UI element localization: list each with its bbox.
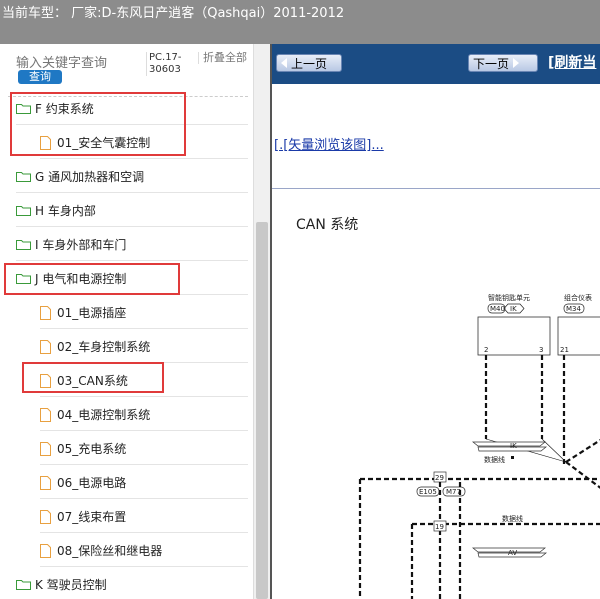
right-panel: 上一页 下一页 [刷新当 [.[矢量浏览该图]... CAN 系统 智能钥匙单元… — [270, 44, 600, 599]
file-icon — [40, 509, 51, 524]
tree-item-label: 07_线束布置 — [57, 510, 127, 524]
tree-item-label: 06_电源电路 — [57, 476, 127, 490]
pin-label: 19 — [435, 523, 444, 531]
next-page-button[interactable]: 下一页 — [468, 54, 538, 72]
tree-item-label: 05_充电系统 — [57, 442, 127, 456]
tree-item-label: 04_电源控制系统 — [57, 408, 151, 422]
junction-node — [511, 456, 514, 459]
tree-file-fuse[interactable]: 08_保险丝和继电器 — [40, 534, 248, 567]
pc-info: PC.17-30603 — [146, 52, 199, 76]
tree-item-label: 08_保险丝和继电器 — [57, 544, 163, 558]
data-line-label: 数据线 — [502, 514, 523, 523]
unit2-code: M34 — [566, 305, 581, 313]
tree-item-label: 02_车身控制系统 — [57, 340, 151, 354]
tree-item-label: I 车身外部和车门 — [35, 238, 127, 252]
file-icon — [40, 305, 51, 320]
folder-icon — [16, 240, 31, 250]
can-bus-lines — [358, 355, 600, 599]
tree-file-power-control[interactable]: 04_电源控制系统 — [40, 398, 248, 431]
window-title: 当前车型： 厂家:D-东风日产逍客（Qashqai）2011-2012 — [2, 6, 345, 21]
unit1-name: 智能钥匙单元 — [488, 293, 530, 302]
av-label: AV — [508, 549, 517, 557]
folder-icon — [16, 580, 31, 590]
unit2-name: 组合仪表 — [564, 293, 592, 302]
tree-file-power-socket[interactable]: 01_电源插座 — [40, 296, 248, 329]
conn-m77: M77 — [446, 488, 461, 496]
tree-item-label: G 通风加热器和空调 — [35, 170, 145, 184]
file-icon — [40, 543, 51, 558]
pin-label: 2 — [484, 346, 488, 354]
pin-label: 29 — [435, 474, 444, 482]
prev-page-label: 上一页 — [291, 56, 328, 71]
tree-file-harness[interactable]: 07_线束布置 — [40, 500, 248, 533]
file-icon — [40, 407, 51, 422]
scrollbar-thumb[interactable] — [256, 222, 268, 599]
left-panel: 查询 PC.17-30603 折叠全部 F 约束系统 01_安全气囊控制 G 通… — [0, 44, 270, 599]
search-area: 查询 PC.17-30603 折叠全部 — [0, 44, 250, 96]
unit1-code-b: IK — [510, 305, 517, 313]
title-bar: 当前车型： 厂家:D-东风日产逍客（Qashqai）2011-2012 — [0, 0, 600, 44]
tree-folder-i[interactable]: I 车身外部和车门 — [16, 228, 248, 261]
tree-folder-h[interactable]: H 车身内部 — [16, 194, 248, 227]
tree-folder-g[interactable]: G 通风加热器和空调 — [16, 160, 248, 193]
tree-item-label: H 车身内部 — [35, 204, 96, 218]
harness-arrow — [472, 441, 546, 447]
pin-label: 21 — [560, 346, 569, 354]
wiring-diagram-svg: 智能钥匙单元 M40 IK 2 3 组合仪表 M34 21 IK 数据线 29 … — [358, 293, 600, 599]
tree-file-body-control[interactable]: 02_车身控制系统 — [40, 330, 248, 363]
prev-page-button[interactable]: 上一页 — [276, 54, 342, 72]
tree-file-power-circuit[interactable]: 06_电源电路 — [40, 466, 248, 499]
conn-e105: E105 — [419, 488, 437, 496]
next-page-label: 下一页 — [473, 56, 510, 71]
vector-view-link[interactable]: [.[矢量浏览该图]... — [274, 134, 384, 153]
highlight-box — [10, 92, 186, 156]
nav-bar: 上一页 下一页 [刷新当 — [272, 44, 600, 84]
wiring-diagram: CAN 系统 智能钥匙单元 M40 IK 2 3 组合仪表 M34 21 IK … — [272, 194, 600, 599]
highlight-box — [4, 263, 180, 295]
tree-item-label: 01_电源插座 — [57, 306, 127, 320]
search-button[interactable]: 查询 — [18, 70, 62, 84]
tree-item-label: K 驾驶员控制 — [35, 578, 107, 592]
file-icon — [40, 339, 51, 354]
ik-label: IK — [510, 442, 517, 450]
arrow-right-icon — [513, 58, 520, 68]
tree-file-charging[interactable]: 05_充电系统 — [40, 432, 248, 465]
file-icon — [40, 475, 51, 490]
divider — [272, 188, 600, 189]
highlight-box — [22, 362, 164, 393]
collapse-all-button[interactable]: 折叠全部 — [198, 52, 251, 64]
folder-icon — [16, 172, 31, 182]
folder-icon — [16, 206, 31, 216]
data-line-label: 数据线 — [484, 455, 505, 464]
pin-label: 3 — [539, 346, 543, 354]
refresh-link[interactable]: [刷新当 — [548, 52, 596, 72]
arrow-left-icon — [281, 58, 287, 68]
unit1-code-a: M40 — [490, 305, 505, 313]
scrollbar[interactable] — [253, 44, 271, 599]
file-icon — [40, 441, 51, 456]
can-bus-lines — [438, 482, 462, 599]
tree-folder-k[interactable]: K 驾驶员控制 — [16, 568, 248, 599]
